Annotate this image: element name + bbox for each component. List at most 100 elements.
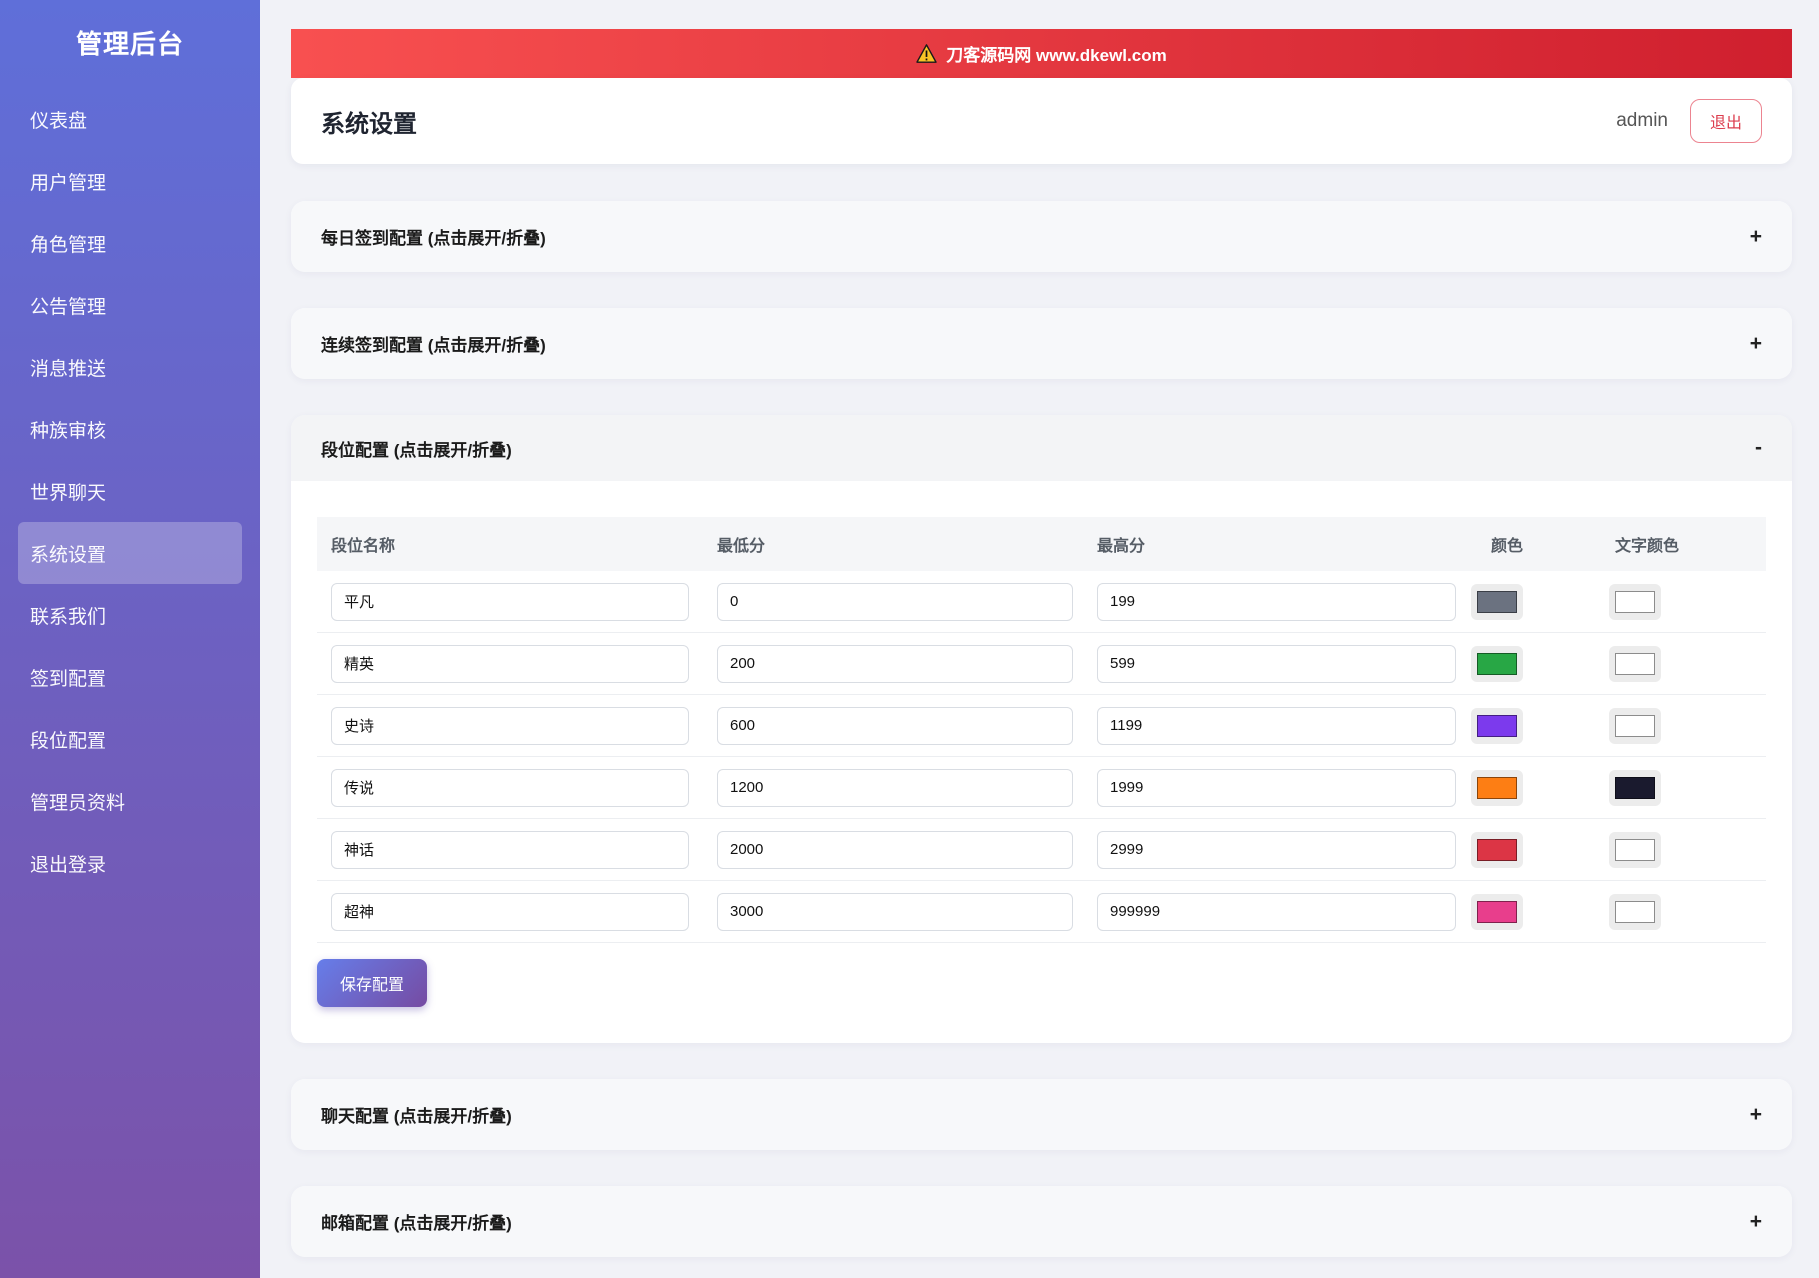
rank-color-picker[interactable]: [1471, 645, 1523, 682]
rank-max-cell: [1083, 768, 1463, 807]
rank-color-cell: [1463, 645, 1601, 682]
rank-text-color-cell: [1601, 645, 1766, 682]
section-title: 段位配置 (点击展开/折叠): [321, 440, 512, 460]
section-rank-config-header[interactable]: 段位配置 (点击展开/折叠) -: [291, 415, 1792, 481]
column-header-color: 颜色: [1491, 538, 1524, 555]
rank-text-color-picker[interactable]: [1609, 831, 1661, 868]
rank-name-input[interactable]: [331, 892, 689, 931]
sidebar-item[interactable]: 消息推送: [18, 336, 242, 398]
rank-name-input[interactable]: [331, 582, 689, 621]
sidebar-item-label: 段位配置: [30, 730, 107, 752]
rank-max-input[interactable]: [1097, 582, 1456, 621]
section-title: 聊天配置 (点击展开/折叠): [321, 1107, 512, 1126]
sidebar-item-label: 签到配置: [30, 668, 107, 690]
column-header-text-color: 文字颜色: [1615, 538, 1680, 555]
sidebar-item[interactable]: 世界聊天: [18, 460, 242, 522]
app-title: 管理后台: [75, 29, 184, 59]
rank-color-cell: [1463, 707, 1601, 744]
rank-text-color-picker[interactable]: [1609, 893, 1661, 930]
username: admin: [1616, 110, 1668, 131]
rank-max-input[interactable]: [1097, 706, 1456, 745]
section-streak-signin-header[interactable]: 连续签到配置 (点击展开/折叠) +: [291, 308, 1792, 379]
rank-min-input[interactable]: [717, 892, 1073, 931]
rank-name-input[interactable]: [331, 706, 689, 745]
expand-icon[interactable]: +: [1750, 1103, 1762, 1127]
logout-button[interactable]: 退出: [1689, 99, 1762, 143]
sidebar-item[interactable]: 签到配置: [18, 646, 242, 708]
sidebar-item[interactable]: 仪表盘: [18, 88, 242, 150]
rank-color-picker[interactable]: [1471, 769, 1523, 806]
column-header-max: 最高分: [1097, 538, 1146, 555]
rank-text-color-cell: [1601, 893, 1766, 930]
rank-color-picker[interactable]: [1471, 831, 1523, 868]
rank-name-cell: [317, 706, 703, 745]
rank-min-input[interactable]: [717, 830, 1073, 869]
rank-config-body: 段位名称 最低分 最高分 颜色 文字颜色 平凡 0 199 精英 200 599…: [291, 481, 1792, 1043]
sidebar-item[interactable]: 角色管理: [18, 212, 242, 274]
rank-min-cell: [703, 582, 1083, 621]
rank-text-color-picker[interactable]: [1609, 707, 1661, 744]
color-swatch: [1477, 590, 1517, 613]
color-swatch: [1477, 776, 1517, 799]
section-title: 邮箱配置 (点击展开/折叠): [321, 1214, 512, 1233]
rank-max-input[interactable]: [1097, 768, 1456, 807]
rank-name-cell: [317, 830, 703, 869]
column-header-name: 段位名称: [331, 538, 396, 555]
expand-icon[interactable]: +: [1750, 1210, 1762, 1234]
section-chat-config-header[interactable]: 聊天配置 (点击展开/折叠) +: [291, 1079, 1792, 1150]
sidebar-item-label: 联系我们: [30, 606, 107, 628]
rank-min-cell: [703, 768, 1083, 807]
expand-icon[interactable]: +: [1750, 332, 1762, 356]
section-title: 每日签到配置 (点击展开/折叠): [321, 229, 546, 248]
sidebar-item[interactable]: 公告管理: [18, 274, 242, 336]
rank-name-input[interactable]: [331, 768, 689, 807]
rank-min-input[interactable]: [717, 768, 1073, 807]
notice-text: 刀客源码网 www.dkewl.com: [946, 46, 1167, 65]
sidebar-item[interactable]: 段位配置: [18, 708, 242, 770]
rank-max-input[interactable]: [1097, 830, 1456, 869]
rank-name-input[interactable]: [331, 644, 689, 683]
sidebar-item-label: 消息推送: [30, 358, 107, 380]
sidebar: 管理后台 仪表盘 用户管理 角色管理 公告管理 消息推送 种族审核 世界聊天 系…: [0, 0, 260, 1278]
rank-min-input[interactable]: [717, 644, 1073, 683]
expand-icon[interactable]: +: [1750, 225, 1762, 249]
text-color-swatch: [1615, 714, 1655, 737]
color-swatch: [1477, 838, 1517, 861]
sidebar-item-label: 退出登录: [30, 854, 107, 876]
rank-min-input[interactable]: [717, 706, 1073, 745]
sidebar-item[interactable]: 用户管理: [18, 150, 242, 212]
rank-name-input[interactable]: [331, 830, 689, 869]
main-content: 刀客源码网 www.dkewl.com 系统设置 admin 退出 每日签到配置…: [260, 0, 1819, 1278]
rank-table: 段位名称 最低分 最高分 颜色 文字颜色: [317, 517, 1766, 943]
sidebar-item[interactable]: 种族审核: [18, 398, 242, 460]
sidebar-item-label: 管理员资料: [30, 792, 126, 814]
section-daily-signin-header[interactable]: 每日签到配置 (点击展开/折叠) +: [291, 201, 1792, 272]
text-color-swatch: [1615, 776, 1655, 799]
rank-text-color-picker[interactable]: [1609, 769, 1661, 806]
section-mail-config-header[interactable]: 邮箱配置 (点击展开/折叠) +: [291, 1186, 1792, 1257]
rank-max-cell: [1083, 830, 1463, 869]
sidebar-item[interactable]: 系统设置: [18, 522, 242, 584]
rank-text-color-picker[interactable]: [1609, 583, 1661, 620]
rank-color-picker[interactable]: [1471, 893, 1523, 930]
sidebar-nav: 仪表盘 用户管理 角色管理 公告管理 消息推送 种族审核 世界聊天 系统设置 联…: [0, 88, 260, 894]
table-header-row: 段位名称 最低分 最高分 颜色 文字颜色: [317, 517, 1766, 571]
color-swatch: [1477, 900, 1517, 923]
sidebar-item[interactable]: 联系我们: [18, 584, 242, 646]
color-swatch: [1477, 652, 1517, 675]
save-config-button[interactable]: 保存配置: [317, 959, 428, 1007]
rank-text-color-cell: [1601, 769, 1766, 806]
sidebar-item[interactable]: 退出登录: [18, 832, 242, 894]
rank-min-input[interactable]: [717, 582, 1073, 621]
section-title: 连续签到配置 (点击展开/折叠): [321, 336, 546, 355]
notice-banner[interactable]: 刀客源码网 www.dkewl.com: [291, 29, 1792, 78]
collapse-icon[interactable]: -: [1755, 436, 1762, 460]
rank-max-input[interactable]: [1097, 644, 1456, 683]
rank-max-cell: [1083, 892, 1463, 931]
rank-color-picker[interactable]: [1471, 583, 1523, 620]
rank-text-color-picker[interactable]: [1609, 645, 1661, 682]
sidebar-item[interactable]: 管理员资料: [18, 770, 242, 832]
rank-name-cell: [317, 644, 703, 683]
rank-max-input[interactable]: [1097, 892, 1456, 931]
rank-color-picker[interactable]: [1471, 707, 1523, 744]
